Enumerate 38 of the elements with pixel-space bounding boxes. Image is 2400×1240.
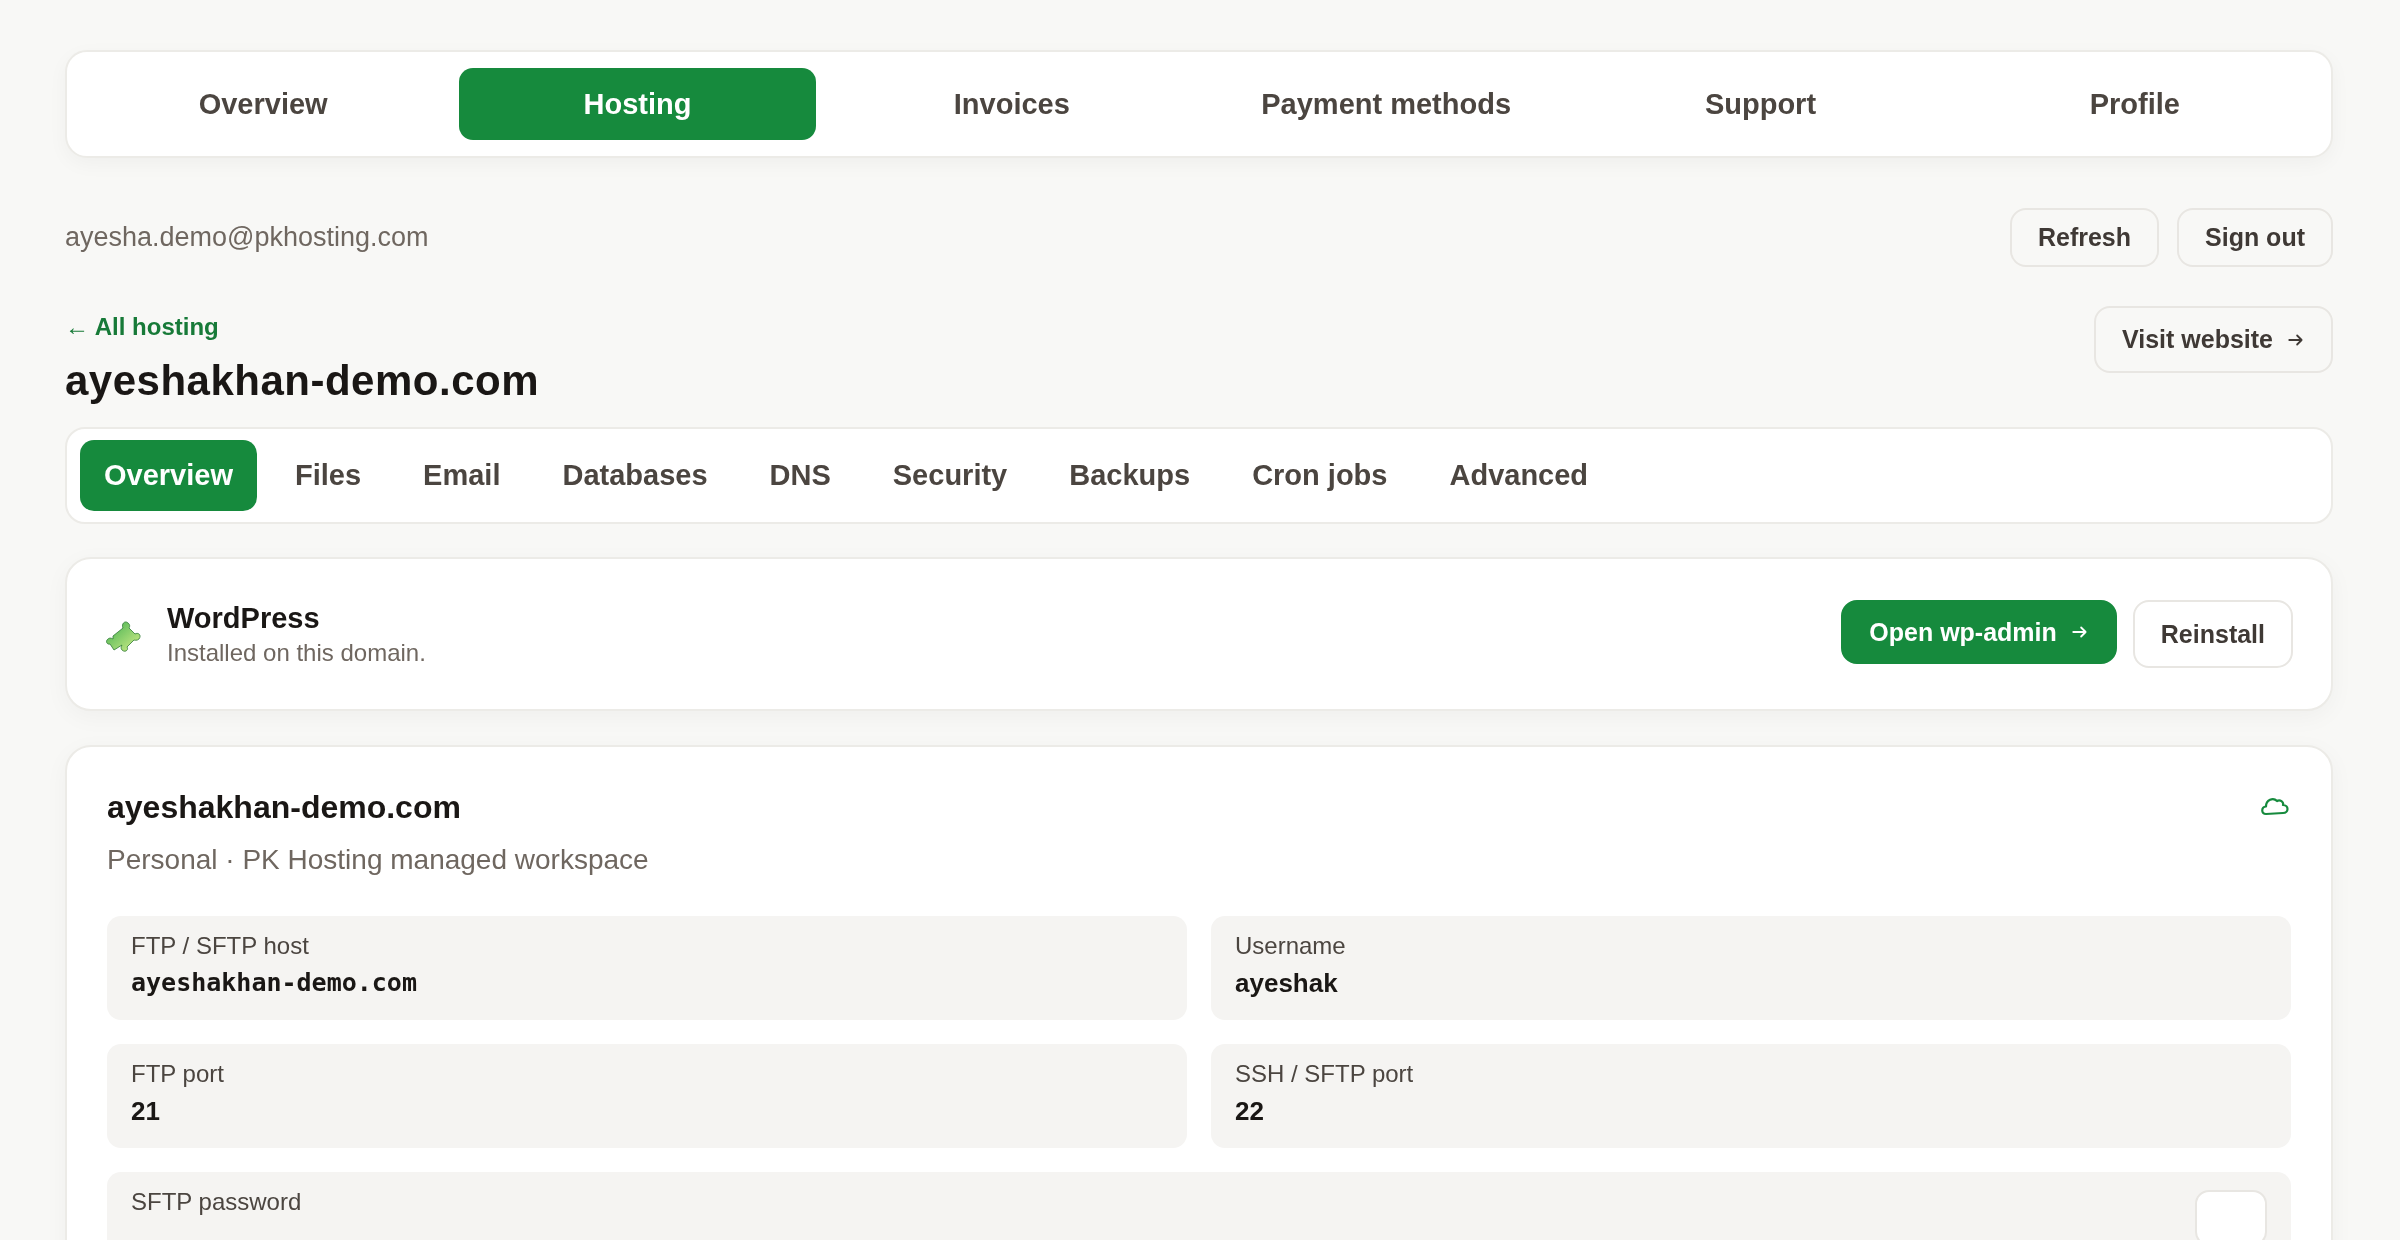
tab[interactable]: Backups [1045, 440, 1215, 511]
tab[interactable]: Cron jobs [1228, 440, 1412, 511]
nav-tab[interactable]: Profile [1956, 68, 2313, 140]
visit-website-button[interactable]: Visit website [2094, 306, 2333, 373]
nav-tab[interactable]: Payment methods [1208, 68, 1565, 140]
tab[interactable]: Email [399, 440, 525, 511]
tab[interactable]: Advanced [1425, 440, 1613, 511]
field-value: 22 [1235, 1096, 1265, 1127]
field-value: 21 [131, 1096, 161, 1127]
nav-tab[interactable]: Overview [85, 68, 442, 140]
app-name: WordPress [167, 601, 321, 635]
tab[interactable]: Overview [80, 440, 257, 511]
nav-tab[interactable]: Hosting [459, 68, 816, 140]
account-button[interactable]: Refresh [2009, 208, 2159, 267]
field-value: ayeshakhan-demo.com [131, 968, 417, 997]
reinstall-button[interactable]: Reinstall [2132, 600, 2293, 668]
tab[interactable]: Files [271, 440, 386, 511]
card-title: ayeshakhan-demo.com [107, 789, 462, 826]
field-value: ayeshak [1235, 968, 1339, 999]
nav-tab[interactable]: Invoices [833, 68, 1190, 140]
field-label: SSH / SFTP port [1235, 1060, 1414, 1088]
nav-tab[interactable]: Support [1582, 68, 1939, 140]
open-admin-button[interactable]: Open wp-admin [1841, 600, 2117, 664]
tab[interactable]: Databases [538, 440, 732, 511]
field-label: Username [1235, 932, 1346, 960]
field-label: SFTP password [131, 1188, 302, 1216]
tab[interactable]: DNS [745, 440, 855, 511]
account-email: ayesha.demo@pkhosting.com [65, 222, 429, 253]
account-button[interactable]: Sign out [2177, 208, 2333, 267]
cloud-icon [2259, 795, 2291, 817]
back-link[interactable]: ← All hosting [65, 313, 539, 341]
card-subtitle: Personal · PK Hosting managed workspace [107, 844, 649, 876]
site-title: ayeshakhan-demo.com [65, 357, 539, 405]
field-label: FTP port [131, 1060, 224, 1088]
field-action-button[interactable] [2195, 1190, 2267, 1240]
tab[interactable]: Security [868, 440, 1032, 511]
app-status: Installed on this domain. [167, 638, 426, 667]
field-label: FTP / SFTP host [131, 932, 310, 960]
